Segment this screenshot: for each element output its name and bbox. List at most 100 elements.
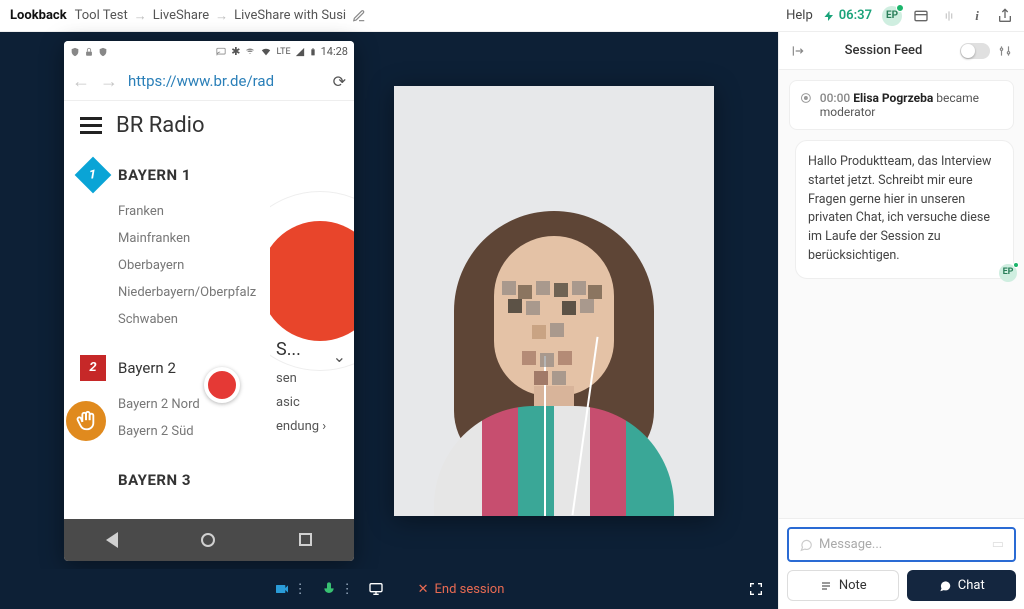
network-label: LTE	[276, 47, 290, 57]
chat-icon	[938, 579, 952, 593]
cast-icon	[215, 47, 227, 57]
camera-icon	[274, 581, 290, 597]
stage: ✱ LTE 14:28 ← → https://www.br.de/rad ⟳	[0, 32, 778, 569]
substation-link[interactable]: Oberbayern	[118, 252, 254, 279]
close-icon: ✕	[418, 582, 429, 597]
microphone-icon	[321, 581, 337, 597]
url-field[interactable]: https://www.br.de/rad	[128, 72, 323, 90]
session-timer: 06:37	[823, 8, 872, 23]
station-head[interactable]: 1 BAYERN 1	[64, 152, 270, 198]
station-name: BAYERN 3	[118, 471, 191, 489]
station-block-bayern1: 1 BAYERN 1 Franken Mainfranken Oberbayer…	[64, 146, 270, 339]
station-logo-bayern1-icon: 1	[75, 156, 112, 193]
chat-icon	[799, 538, 813, 552]
station-block-bayern3: BAYERN 3	[64, 451, 270, 509]
feed-body: 00:00 Elisa Pogrzeba became moderator Ha…	[779, 70, 1024, 518]
station-block-brklassik: BRKLASSIK BR-KLASSIK	[64, 509, 270, 519]
lock-icon	[84, 46, 94, 58]
behind-title: S...	[276, 339, 301, 360]
behind-line: sen	[276, 371, 297, 386]
crumb-session[interactable]: LiveShare with Susi	[234, 8, 346, 23]
chat-bubble: Hallo Produktteam, das Interview startet…	[795, 140, 1014, 279]
station-head[interactable]: BRKLASSIK BR-KLASSIK	[64, 515, 270, 519]
substation-link[interactable]: Mainfranken	[118, 225, 254, 252]
note-label: Note	[839, 578, 867, 593]
settings-icon[interactable]	[996, 42, 1014, 60]
sidebar-header: Session Feed	[779, 32, 1024, 70]
message-input[interactable]: Message... ▭	[787, 527, 1016, 562]
battery-icon	[309, 46, 317, 58]
android-home-icon[interactable]	[201, 533, 215, 547]
crumb-section[interactable]: LiveShare	[153, 8, 209, 23]
android-recents-icon[interactable]	[299, 533, 312, 546]
card-icon[interactable]	[912, 7, 930, 25]
note-button[interactable]: Note	[787, 570, 899, 601]
waveform-icon[interactable]	[940, 7, 958, 25]
expand-icon	[748, 581, 764, 597]
record-icon	[800, 91, 812, 105]
monitor-icon	[368, 581, 384, 597]
avatar[interactable]: EP	[882, 6, 902, 26]
hamburger-icon[interactable]	[80, 117, 102, 134]
substation-link[interactable]: Schwaben	[118, 306, 254, 333]
collapse-sidebar-icon[interactable]	[789, 42, 807, 60]
share-icon[interactable]	[996, 7, 1014, 25]
chevron-down-icon[interactable]: ⌄	[333, 347, 346, 366]
android-back-icon[interactable]	[106, 532, 118, 548]
phone-clock: 14:28	[321, 45, 348, 58]
session-feed-sidebar: Session Feed 00:00 Elisa Pogrzeba became…	[778, 32, 1024, 609]
session-controls: ⋮ ⋮ ✕ End session	[0, 569, 778, 609]
browser-address-bar: ← → https://www.br.de/rad ⟳	[64, 63, 354, 101]
android-nav-bar	[64, 519, 354, 561]
more-icon[interactable]: ⋮	[294, 582, 307, 597]
feed-toggle[interactable]	[960, 43, 990, 59]
chat-button[interactable]: Chat	[907, 570, 1017, 601]
chevron-right-icon: →	[134, 8, 147, 24]
top-right-actions: Help 06:37 EP i	[786, 6, 1014, 26]
chat-author-avatar: EP	[999, 264, 1017, 282]
page-content-behind-drawer: S... ⌄ sen asic endung ›	[270, 161, 354, 519]
fullscreen-button[interactable]	[748, 581, 764, 597]
feed-event: 00:00 Elisa Pogrzeba became moderator	[789, 80, 1014, 130]
station-name: BAYERN 1	[118, 166, 191, 184]
crumb-project[interactable]: Tool Test	[75, 8, 128, 23]
chat-text: Hallo Produktteam, das Interview startet…	[808, 154, 991, 263]
station-head[interactable]: BAYERN 3	[64, 457, 270, 503]
note-icon	[819, 580, 833, 592]
participant-phone-screen: ✱ LTE 14:28 ← → https://www.br.de/rad ⟳	[64, 41, 354, 561]
page-header: BR Radio	[64, 101, 354, 146]
station-drawer: 1 BAYERN 1 Franken Mainfranken Oberbayer…	[64, 146, 270, 519]
sidebar-title: Session Feed	[807, 43, 960, 58]
reload-icon[interactable]: ⟳	[333, 72, 346, 91]
more-icon[interactable]: ⋮	[341, 582, 354, 597]
camera-toggle[interactable]: ⋮	[274, 581, 307, 597]
event-time: 00:00	[820, 91, 850, 105]
behind-line[interactable]: endung ›	[276, 419, 326, 434]
edit-icon[interactable]	[352, 9, 366, 23]
substation-link[interactable]: Niederbayern/Oberpfalz	[118, 279, 254, 306]
behind-line: asic	[276, 395, 300, 410]
back-icon[interactable]: ←	[72, 71, 90, 92]
substation-link[interactable]: Franken	[118, 198, 254, 225]
forward-icon[interactable]: →	[100, 71, 118, 92]
screen-toggle[interactable]	[368, 581, 384, 597]
breadcrumb: Lookback Tool Test → LiveShare → LiveSha…	[10, 8, 366, 24]
station-logo-bayern2-icon: 2	[80, 355, 106, 381]
message-placeholder: Message...	[819, 537, 986, 552]
help-link[interactable]: Help	[786, 8, 813, 23]
record-indicator-icon	[204, 367, 240, 403]
wifi-icon	[244, 47, 256, 57]
bolt-icon	[823, 9, 835, 23]
end-session-button[interactable]: ✕ End session	[418, 582, 505, 597]
timer-value: 06:37	[839, 8, 872, 23]
shield-icon	[70, 46, 80, 58]
mic-toggle[interactable]: ⋮	[321, 581, 354, 597]
station-name: Bayern 2	[118, 359, 176, 377]
brand-name[interactable]: Lookback	[10, 8, 67, 23]
info-icon[interactable]: i	[968, 7, 986, 25]
top-bar: Lookback Tool Test → LiveShare → LiveSha…	[0, 0, 1024, 32]
timestamp-chip-icon[interactable]: ▭	[992, 537, 1004, 552]
stage-wrap: ✱ LTE 14:28 ← → https://www.br.de/rad ⟳	[0, 32, 778, 609]
substation-link[interactable]: Bayern 2 Süd	[118, 418, 254, 445]
chat-label: Chat	[958, 578, 985, 593]
